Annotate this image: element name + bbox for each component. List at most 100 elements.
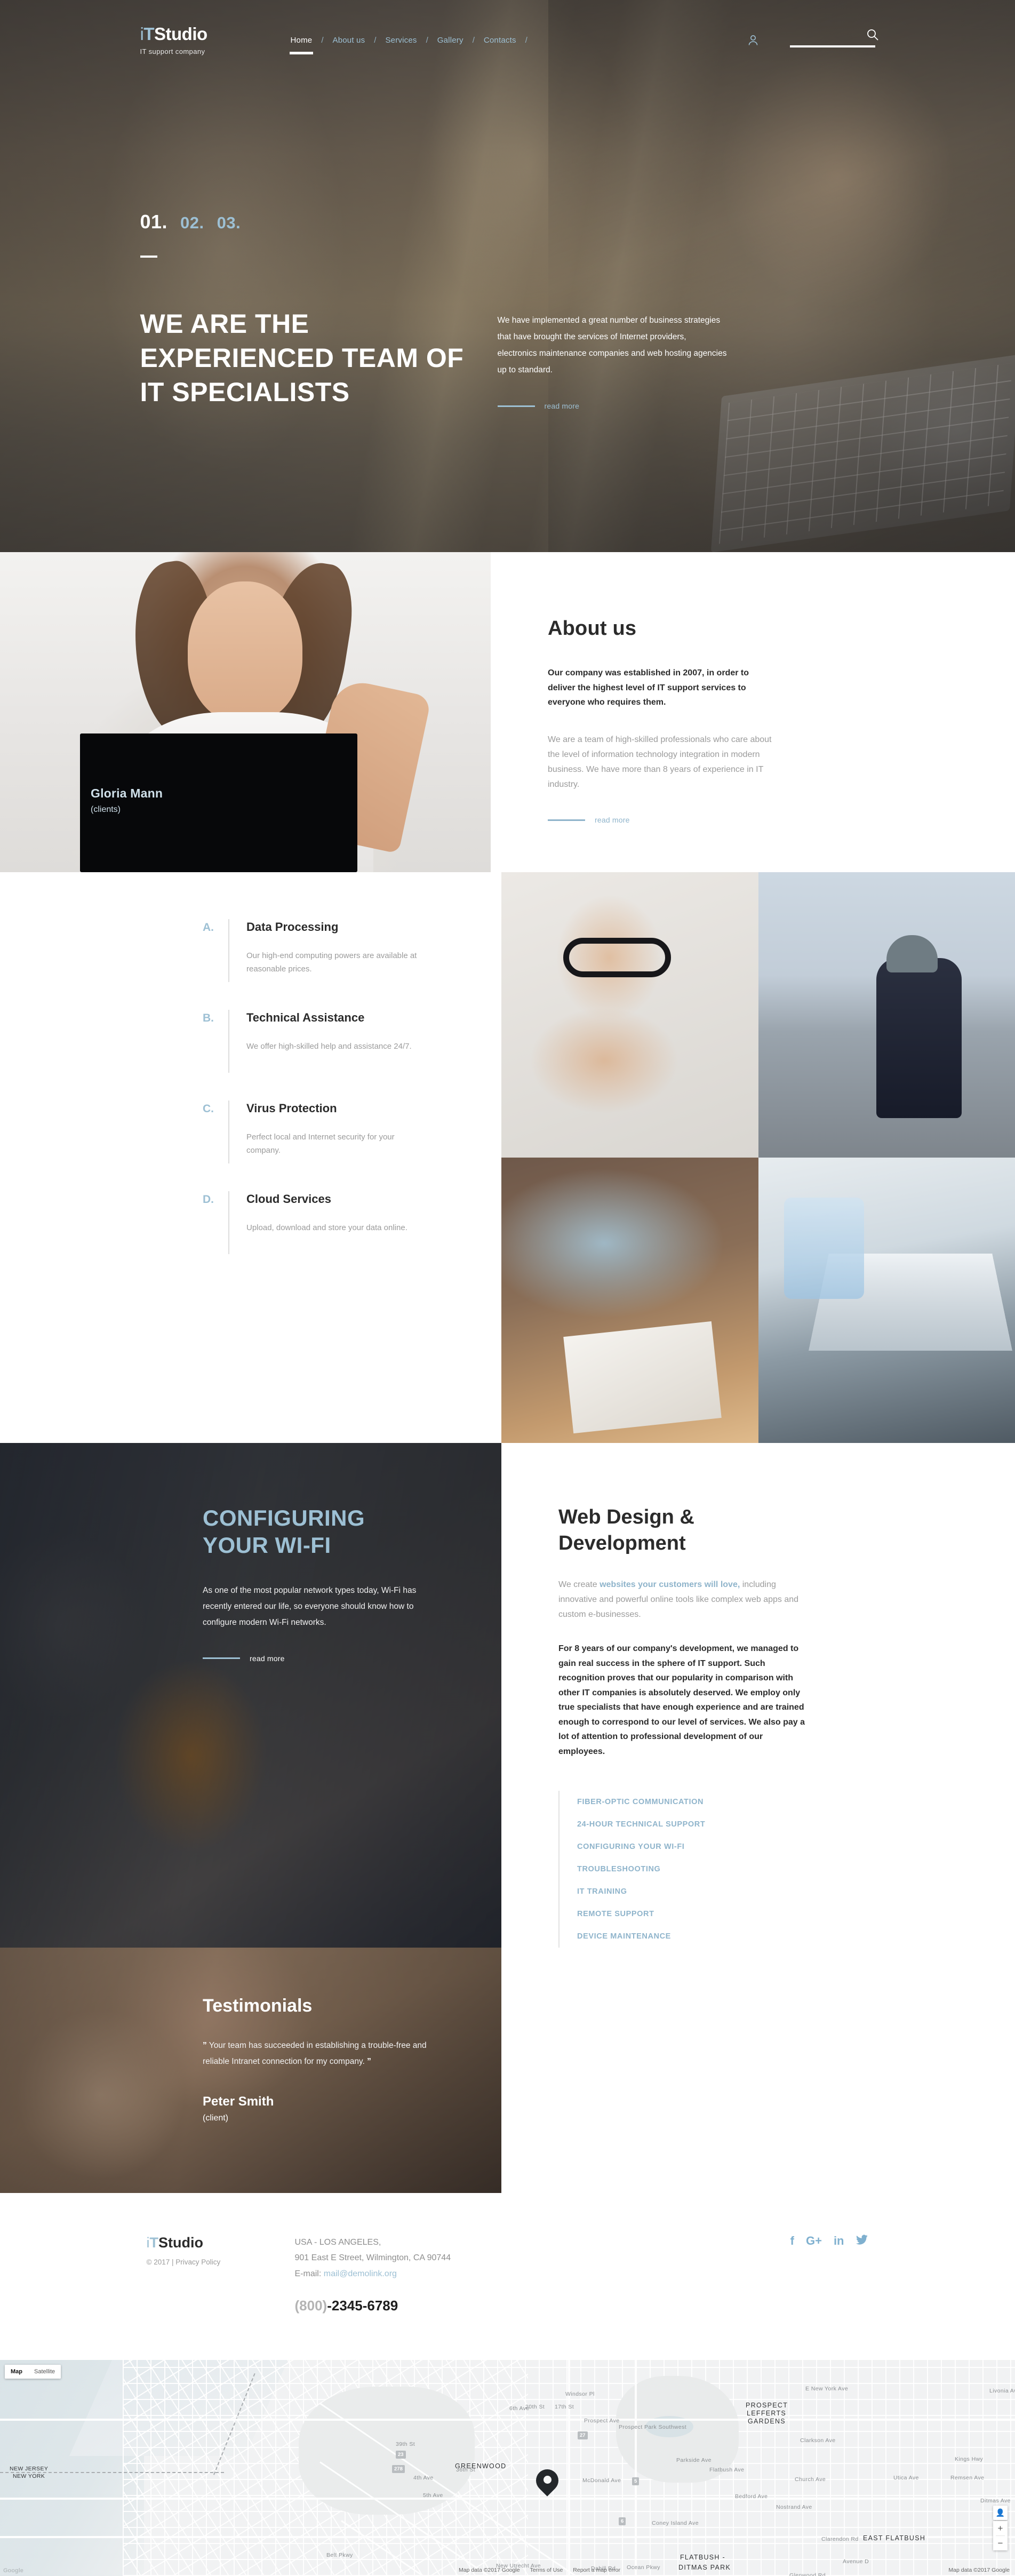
gallery-image-laptop-user[interactable] <box>758 1158 1015 1443</box>
webdesign-link-troubleshooting[interactable]: TROUBLESHOOTING <box>577 1858 809 1880</box>
hero-title: WE ARE THE EXPERIENCED TEAM OF IT SPECIA… <box>140 307 482 410</box>
search-input[interactable] <box>790 33 875 47</box>
slide-number-3[interactable]: 03. <box>217 213 241 233</box>
read-more-dash-icon <box>548 819 585 821</box>
map-label: FLATBUSH - <box>680 2554 725 2561</box>
nav-item-contacts[interactable]: Contacts <box>483 36 517 45</box>
page-root: iTStudio IT support company Home / About… <box>0 0 1015 2576</box>
service-divider <box>228 1010 229 1073</box>
hero-read-more-link[interactable]: read more <box>498 402 727 410</box>
slide-number-1[interactable]: 01. <box>140 211 168 233</box>
map-canvas[interactable] <box>0 2360 1015 2576</box>
hero-divider <box>140 256 157 258</box>
wifi-title: CONFIGURING YOUR WI-FI <box>203 1504 432 1559</box>
site-header: iTStudio IT support company Home / About… <box>0 0 1015 80</box>
map-label: Ditmas Ave <box>980 2498 1011 2504</box>
map-label: EAST FLATBUSH <box>863 2534 925 2542</box>
footer-copyright[interactable]: © 2017 | Privacy Policy <box>147 2258 295 2266</box>
google-plus-icon[interactable]: G+ <box>806 2235 822 2247</box>
map-label: 17th St <box>555 2404 574 2410</box>
nav-item-about-us[interactable]: About us <box>331 36 366 45</box>
map-label: Avenue D <box>843 2558 869 2565</box>
gallery-image-surprised-man[interactable] <box>501 872 758 1158</box>
map-major-roads <box>0 2360 1015 2576</box>
map-label: Prospect Park Southwest <box>619 2424 686 2430</box>
webdesign-link-fiber-optic-communication[interactable]: FIBER-OPTIC COMMUNICATION <box>577 1791 809 1813</box>
map-label: Church Ave <box>795 2476 826 2483</box>
map-type-button-satellite[interactable]: Satellite <box>28 2365 61 2379</box>
map-label: NEW JERSEY <box>10 2466 48 2472</box>
wifi-read-more-link[interactable]: read more <box>203 1654 501 1663</box>
map-zoom-in-button[interactable]: + <box>993 2521 1008 2535</box>
map-label: GARDENS <box>748 2418 786 2425</box>
about-photo-caption: Gloria Mann (clients) <box>91 786 163 815</box>
map-label: 5th Ave <box>423 2492 443 2499</box>
contact-map[interactable]: Map Satellite 👤 + − Google Map data ©201… <box>0 2360 1015 2576</box>
webdesign-link-device-maintenance[interactable]: DEVICE MAINTENANCE <box>577 1925 809 1948</box>
linkedin-icon[interactable]: in <box>834 2235 844 2247</box>
service-divider <box>228 1100 229 1163</box>
nav-item-home[interactable]: Home <box>290 36 314 45</box>
client-name: Gloria Mann <box>91 786 163 801</box>
site-logo[interactable]: iTStudio IT support company <box>140 25 255 55</box>
map-label: Coney Island Ave <box>652 2520 699 2526</box>
services-image-grid <box>501 872 1015 1443</box>
footer-social-links: f G+ in <box>790 2235 875 2247</box>
map-label: McDonald Ave <box>582 2477 621 2484</box>
service-description: We offer high-skilled help and assistanc… <box>246 1040 428 1054</box>
slide-number-2[interactable]: 02. <box>180 213 204 233</box>
footer-logo[interactable]: iTStudio <box>147 2235 295 2251</box>
service-title: Technical Assistance <box>246 1010 501 1026</box>
map-label: E New York Ave <box>805 2386 848 2392</box>
service-divider <box>228 919 229 982</box>
footer-email-link[interactable]: mail@demolink.org <box>324 2269 397 2278</box>
service-description: Perfect local and Internet security for … <box>246 1130 428 1158</box>
map-label: PROSPECT <box>746 2402 788 2409</box>
map-location-pin[interactable] <box>536 2469 558 2500</box>
about-heading: About us <box>548 617 777 640</box>
gallery-image-team-meeting[interactable] <box>501 1158 758 1443</box>
services-list: A. Data Processing Our high-end computin… <box>0 872 501 1443</box>
facebook-icon[interactable]: f <box>790 2235 794 2247</box>
wifi-description: As one of the most popular network types… <box>203 1583 419 1630</box>
service-title: Virus Protection <box>246 1100 501 1116</box>
webdesign-heading: Web Design & Development <box>558 1504 809 1556</box>
service-item-cloud-services[interactable]: D. Cloud Services Upload, download and s… <box>203 1191 501 1254</box>
quote-close-icon: ” <box>367 2057 371 2066</box>
map-type-button-map[interactable]: Map <box>5 2365 28 2379</box>
twitter-icon[interactable] <box>856 2235 868 2247</box>
webdesign-link-24-hour-technical-support[interactable]: 24-HOUR TECHNICAL SUPPORT <box>577 1813 809 1836</box>
hero-slide-pagination: 01. 02. 03. <box>140 211 875 233</box>
map-attribution-right: Map data ©2017 Google <box>948 2567 1010 2573</box>
footer-email-label: E-mail: <box>295 2269 324 2278</box>
footer-contact-block: USA - LOS ANGELES, 901 East E Street, Wi… <box>295 2235 647 2314</box>
service-item-virus-protection[interactable]: C. Virus Protection Perfect local and In… <box>203 1100 501 1163</box>
about-read-more-link[interactable]: read more <box>548 816 777 824</box>
site-footer: iTStudio © 2017 | Privacy Policy USA - L… <box>0 2193 1015 2359</box>
service-letter: D. <box>203 1191 228 1206</box>
search-icon[interactable] <box>866 28 880 44</box>
service-item-data-processing[interactable]: A. Data Processing Our high-end computin… <box>203 919 501 982</box>
footer-phone-number: -2345-6789 <box>327 2298 398 2314</box>
service-item-technical-assistance[interactable]: B. Technical Assistance We offer high-sk… <box>203 1010 501 1073</box>
about-section: Gloria Mann (clients) About us Our compa… <box>0 552 1015 872</box>
webdesign-link-it-training[interactable]: IT TRAINING <box>577 1880 809 1903</box>
map-label: 20th St <box>525 2404 545 2410</box>
nav-item-gallery[interactable]: Gallery <box>436 36 465 45</box>
nav-separator: / <box>418 36 436 45</box>
webdesign-link-remote-support[interactable]: REMOTE SUPPORT <box>577 1903 809 1925</box>
nav-item-services[interactable]: Services <box>384 36 418 45</box>
gallery-image-man-with-phone[interactable] <box>758 872 1015 1158</box>
webdesign-link-configuring-your-wi-fi[interactable]: CONFIGURING YOUR WI-FI <box>577 1836 809 1858</box>
user-icon[interactable] <box>747 34 759 46</box>
read-more-dash-icon <box>498 405 535 407</box>
map-zoom-out-button[interactable]: − <box>993 2536 1008 2550</box>
map-label: Belt Pkwy <box>326 2552 353 2558</box>
testimonials-spacer <box>501 1948 1015 2193</box>
street-view-pegman[interactable]: 👤 <box>993 2506 1008 2520</box>
about-body-paragraph: We are a team of high-skilled profession… <box>548 732 777 793</box>
map-label: Prospect Ave <box>584 2418 619 2424</box>
map-label: 4th Ave <box>413 2475 434 2481</box>
footer-address-line-1: USA - LOS ANGELES, <box>295 2235 647 2250</box>
logo-wordmark: iTStudio <box>140 25 255 43</box>
